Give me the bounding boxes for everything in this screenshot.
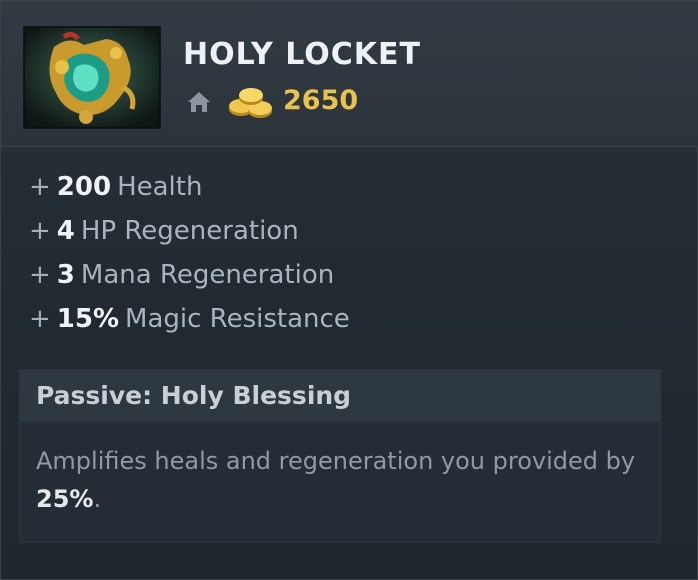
stat-value: 15% <box>56 304 120 334</box>
stat-plus: + <box>29 216 51 246</box>
stat-label: Magic Resistance <box>125 304 350 334</box>
gold-coins-icon <box>227 85 275 119</box>
ability-description-text: Amplifies heals and regeneration you pro… <box>36 447 636 475</box>
item-name: HOLY LOCKET <box>183 37 421 72</box>
stat-label: Mana Regeneration <box>80 260 335 290</box>
tooltip-header: HOLY LOCKET 2650 <box>1 1 698 147</box>
stat-label: HP Regeneration <box>80 216 299 246</box>
ability-description: Amplifies heals and regeneration you pro… <box>36 442 651 518</box>
ability-title: Passive: Holy Blessing <box>36 381 352 410</box>
stat-magic-resistance: +15% Magic Resistance <box>29 304 350 348</box>
stat-value: 200 <box>56 172 112 202</box>
stat-health: +200 Health <box>29 172 350 216</box>
home-shop-icon <box>187 90 211 114</box>
stat-plus: + <box>29 260 51 290</box>
item-tooltip: HOLY LOCKET 2650 +200 Health +4 HP Regener… <box>0 0 698 580</box>
stats-list: +200 Health +4 HP Regeneration +3 Mana Rege… <box>29 172 350 348</box>
stat-value: 3 <box>56 260 75 290</box>
ability-amount: 25% <box>36 485 94 513</box>
stat-label: Health <box>117 172 203 202</box>
stat-plus: + <box>29 172 51 202</box>
ability-description-suffix: . <box>93 485 102 513</box>
stat-value: 4 <box>56 216 75 246</box>
ability-header: Passive: Holy Blessing <box>20 370 660 422</box>
item-cost: 2650 <box>283 85 359 116</box>
ability-panel: Passive: Holy Blessing Amplifies heals a… <box>19 369 661 543</box>
stat-plus: + <box>29 304 51 334</box>
holy-locket-icon <box>24 27 160 128</box>
stat-mana-regeneration: +3 Mana Regeneration <box>29 260 350 304</box>
stat-hp-regeneration: +4 HP Regeneration <box>29 216 350 260</box>
